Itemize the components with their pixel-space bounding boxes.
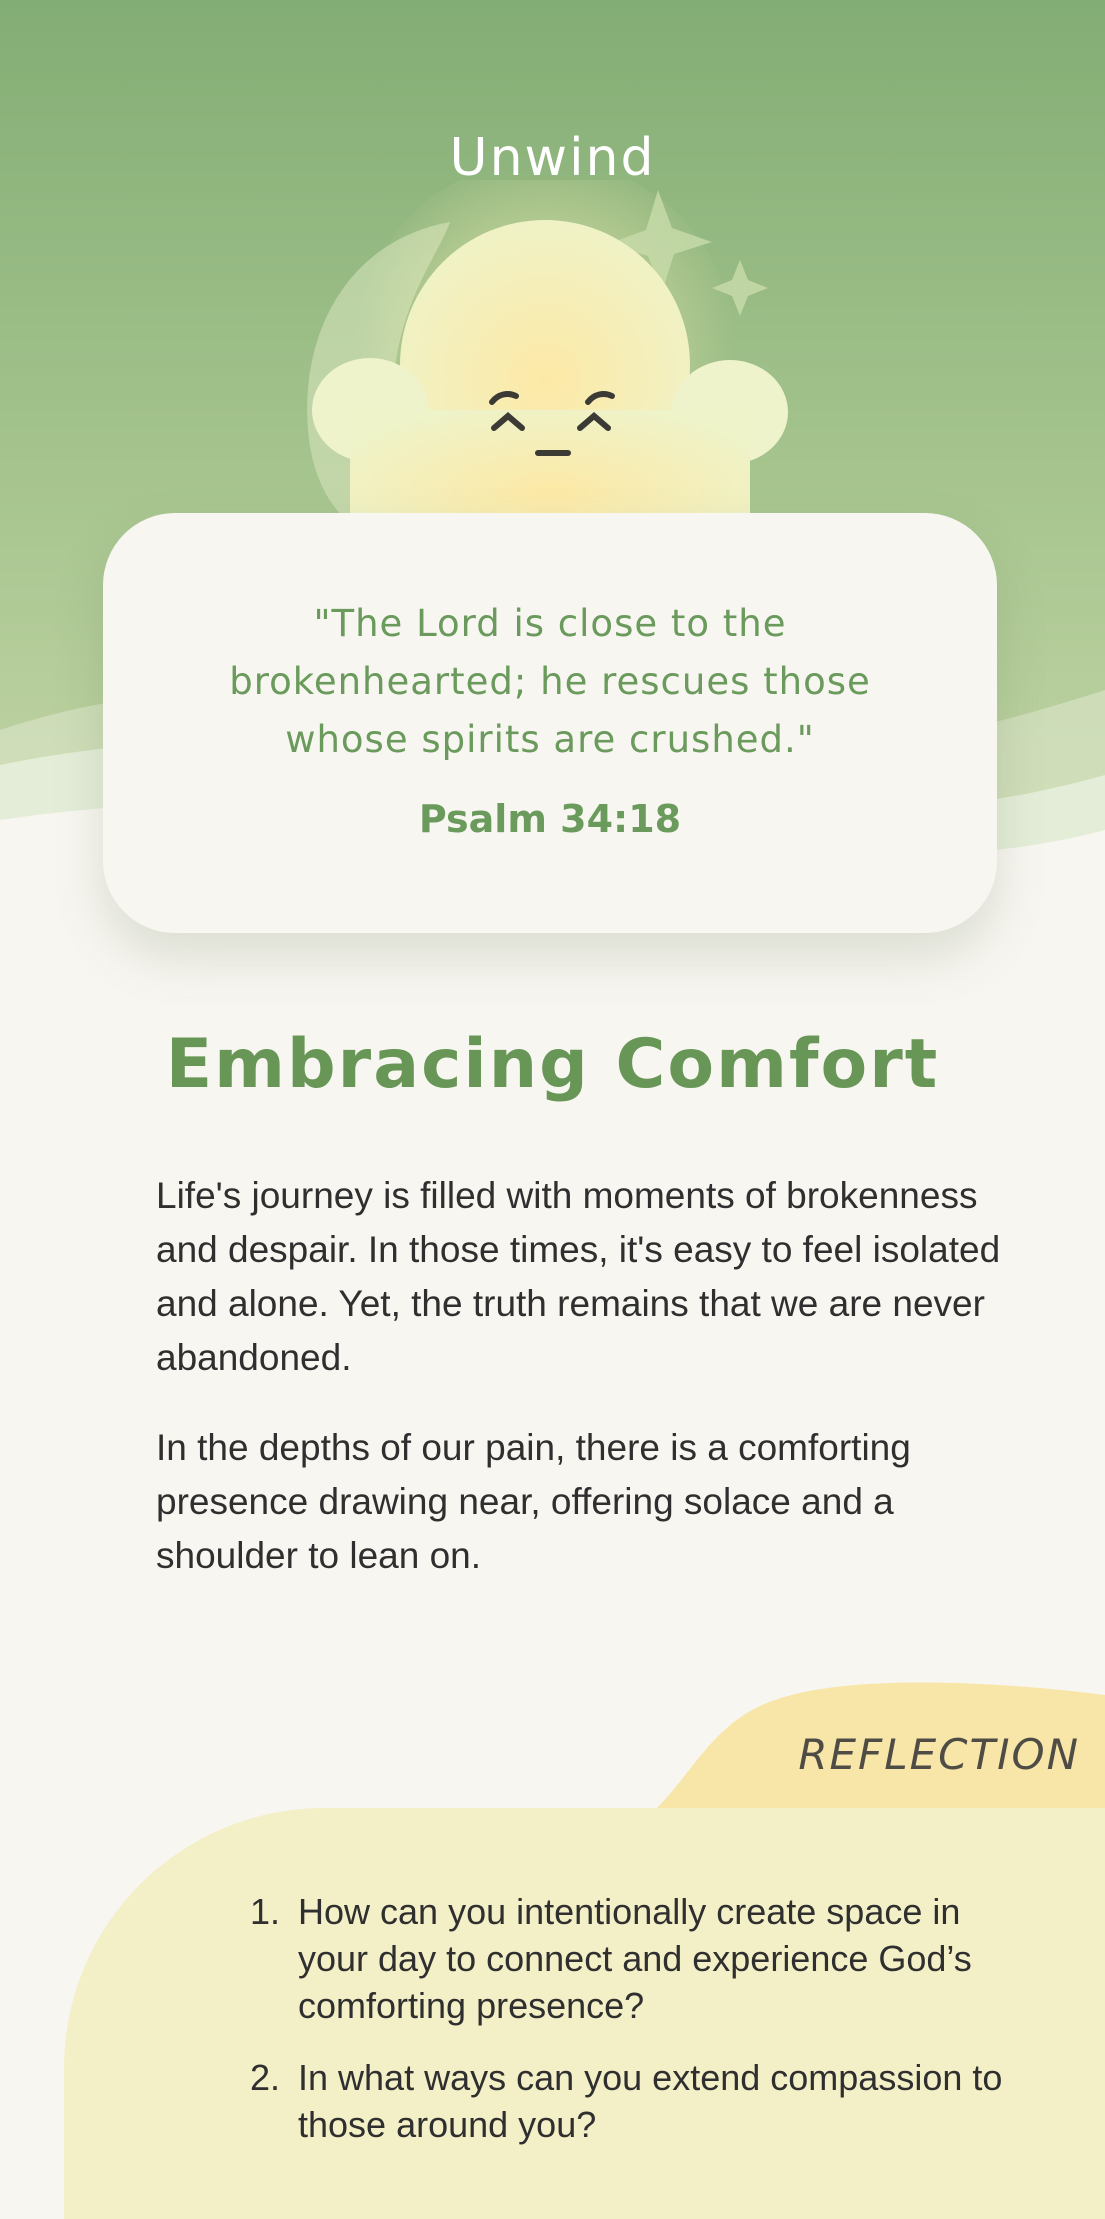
question-number: 2. (250, 2057, 281, 2098)
reflection-question: 2. In what ways can you extend compassio… (250, 2054, 1030, 2148)
devotional-paragraph: Life's journey is filled with moments of… (156, 1175, 1001, 1378)
verse-reference: Psalm 34:18 (418, 797, 682, 841)
verse-card: "The Lord is close to the brokenhearted;… (103, 513, 997, 933)
reflection-questions: 1. How can you intentionally create spac… (250, 1888, 1030, 2173)
app-title: Unwind (449, 128, 656, 188)
mascot-illustration (307, 180, 788, 540)
question-number: 1. (250, 1891, 281, 1932)
question-text: In what ways can you extend compassion t… (298, 2057, 1003, 2145)
reflection-question: 1. How can you intentionally create spac… (250, 1888, 1030, 2029)
devotional-title: Embracing Comfort (165, 1025, 940, 1104)
question-text: How can you intentionally create space i… (298, 1891, 972, 2026)
verse-text: "The Lord is close to the brokenhearted;… (229, 602, 871, 761)
reflection-label: REFLECTION (798, 1730, 1080, 1779)
devotional-paragraph: In the depths of our pain, there is a co… (156, 1427, 911, 1576)
